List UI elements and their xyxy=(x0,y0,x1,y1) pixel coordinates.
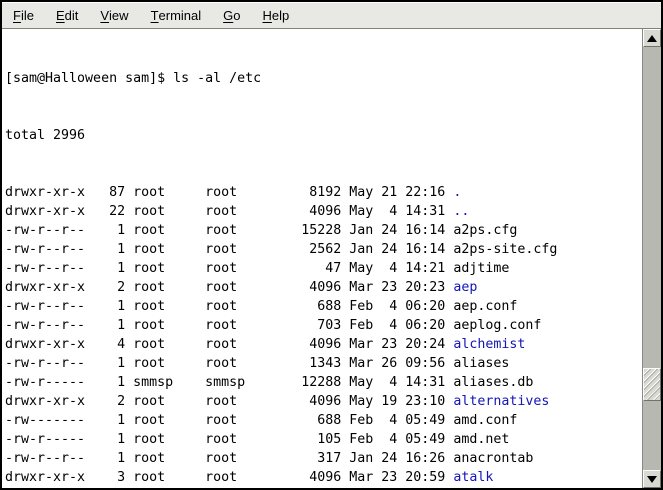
file-name: alchemist xyxy=(453,337,525,352)
file-name: aeplog.conf xyxy=(453,318,541,333)
prompt-line: [sam@Halloween sam]$ ls -al /etc xyxy=(5,69,642,88)
file-meta: -rw------- 1 root root 688 Feb 4 05:49 xyxy=(5,413,453,428)
terminal-line: -rw-r--r-- 1 root root 2562 Jan 24 16:14… xyxy=(5,240,642,259)
scroll-down-icon xyxy=(647,476,657,483)
file-name: alternatives xyxy=(453,394,549,409)
terminal-line: -rw------- 1 root root 1 Jan 24 16:45 at… xyxy=(5,487,642,488)
file-name: aep xyxy=(453,280,477,295)
file-name: a2ps.cfg xyxy=(453,223,517,238)
menu-file[interactable]: File xyxy=(2,3,45,28)
terminal-line: -rw-r--r-- 1 root root 15228 Jan 24 16:1… xyxy=(5,221,642,240)
file-name: . xyxy=(453,185,461,200)
scroll-up-button[interactable] xyxy=(643,29,661,47)
terminal-window: FileEditViewTerminalGoHelp [sam@Hallowee… xyxy=(0,0,663,490)
file-name: .. xyxy=(453,204,469,219)
terminal-screen[interactable]: [sam@Halloween sam]$ ls -al /etc total 2… xyxy=(2,29,642,488)
terminal-line: -rw-r----- 1 smmsp smmsp 12288 May 4 14:… xyxy=(5,373,642,392)
file-name: a2ps-site.cfg xyxy=(453,242,557,257)
terminal-line: -rw-r----- 1 root root 105 Feb 4 05:49 a… xyxy=(5,430,642,449)
terminal-line: -rw-r--r-- 1 root root 317 Jan 24 16:26 … xyxy=(5,449,642,468)
terminal-line: drwxr-xr-x 2 root root 4096 Mar 23 20:23… xyxy=(5,278,642,297)
file-meta: -rw-r----- 1 smmsp smmsp 12288 May 4 14:… xyxy=(5,375,453,390)
terminal-line: drwxr-xr-x 22 root root 4096 May 4 14:31… xyxy=(5,202,642,221)
menu-go[interactable]: Go xyxy=(212,3,251,28)
terminal-line: -rw-r--r-- 1 root root 688 Feb 4 06:20 a… xyxy=(5,297,642,316)
terminal-lines: drwxr-xr-x 87 root root 8192 May 21 22:1… xyxy=(5,183,642,488)
file-meta: -rw-r--r-- 1 root root 1343 Mar 26 09:56 xyxy=(5,356,453,371)
menu-terminal[interactable]: Terminal xyxy=(140,3,213,28)
file-meta: -rw-r--r-- 1 root root 15228 Jan 24 16:1… xyxy=(5,223,453,238)
terminal-line: -rw------- 1 root root 688 Feb 4 05:49 a… xyxy=(5,411,642,430)
file-meta: drwxr-xr-x 3 root root 4096 Mar 23 20:59 xyxy=(5,470,453,485)
terminal-line: drwxr-xr-x 3 root root 4096 Mar 23 20:59… xyxy=(5,468,642,487)
file-meta: drwxr-xr-x 87 root root 8192 May 21 22:1… xyxy=(5,185,453,200)
scrollbar xyxy=(642,29,661,488)
file-name: amd.conf xyxy=(453,413,517,428)
menu-view[interactable]: View xyxy=(89,3,139,28)
file-meta: -rw-r----- 1 root root 105 Feb 4 05:49 xyxy=(5,432,453,447)
terminal-body: [sam@Halloween sam]$ ls -al /etc total 2… xyxy=(2,29,661,488)
terminal-line: drwxr-xr-x 87 root root 8192 May 21 22:1… xyxy=(5,183,642,202)
file-name: aliases.db xyxy=(453,375,533,390)
file-meta: -rw-r--r-- 1 root root 47 May 4 14:21 xyxy=(5,261,453,276)
file-name: anacrontab xyxy=(453,451,533,466)
terminal-line: -rw-r--r-- 1 root root 703 Feb 4 06:20 a… xyxy=(5,316,642,335)
scrollbar-thumb[interactable] xyxy=(643,368,661,401)
terminal-line: -rw-r--r-- 1 root root 47 May 4 14:21 ad… xyxy=(5,259,642,278)
file-name: aep.conf xyxy=(453,299,517,314)
menu-edit[interactable]: Edit xyxy=(45,3,89,28)
file-name: amd.net xyxy=(453,432,509,447)
total-line: total 2996 xyxy=(5,126,642,145)
file-meta: -rw-r--r-- 1 root root 317 Jan 24 16:26 xyxy=(5,451,453,466)
file-meta: -rw-r--r-- 1 root root 688 Feb 4 06:20 xyxy=(5,299,453,314)
menu-help[interactable]: Help xyxy=(252,3,301,28)
terminal-line: -rw-r--r-- 1 root root 1343 Mar 26 09:56… xyxy=(5,354,642,373)
file-name: adjtime xyxy=(453,261,509,276)
file-name: atalk xyxy=(453,470,493,485)
terminal-line: drwxr-xr-x 4 root root 4096 Mar 23 20:24… xyxy=(5,335,642,354)
scroll-down-button[interactable] xyxy=(643,470,661,488)
file-meta: drwxr-xr-x 22 root root 4096 May 4 14:31 xyxy=(5,204,453,219)
file-meta: -rw-r--r-- 1 root root 2562 Jan 24 16:14 xyxy=(5,242,453,257)
file-meta: -rw-r--r-- 1 root root 703 Feb 4 06:20 xyxy=(5,318,453,333)
file-meta: drwxr-xr-x 2 root root 4096 Mar 23 20:23 xyxy=(5,280,453,295)
scroll-up-icon xyxy=(647,35,657,42)
file-meta: drwxr-xr-x 4 root root 4096 Mar 23 20:24 xyxy=(5,337,453,352)
menubar: FileEditViewTerminalGoHelp xyxy=(2,2,661,29)
terminal-line: drwxr-xr-x 2 root root 4096 May 19 23:10… xyxy=(5,392,642,411)
file-name: aliases xyxy=(453,356,509,371)
file-meta: drwxr-xr-x 2 root root 4096 May 19 23:10 xyxy=(5,394,453,409)
scrollbar-trough[interactable] xyxy=(643,47,661,470)
